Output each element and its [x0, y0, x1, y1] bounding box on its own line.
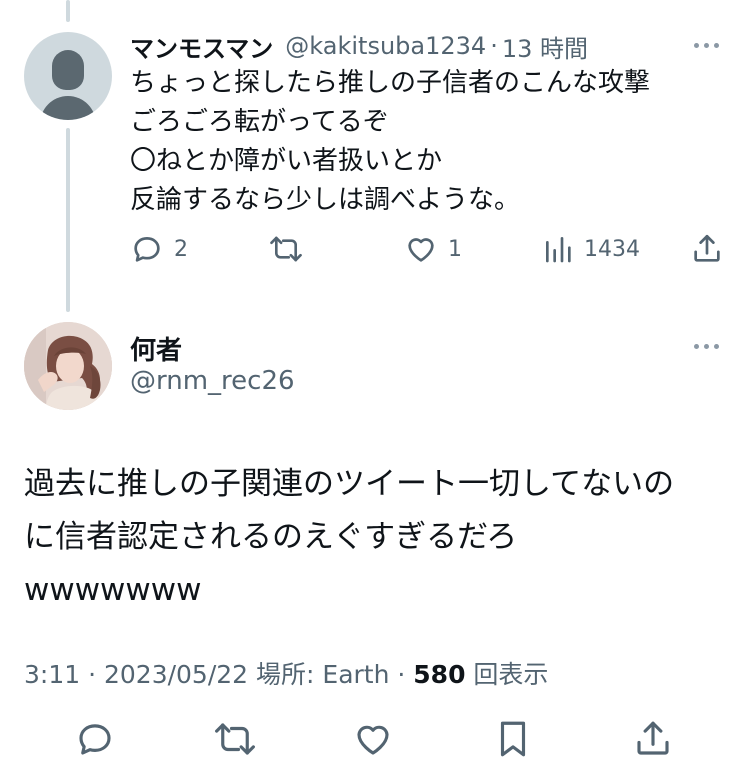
heart-icon	[408, 238, 434, 262]
views-count: 1434	[584, 236, 640, 262]
tweet-views-label: 回表示	[465, 660, 549, 689]
reply-text-line: ちょっと探したら推しの子信者のこんな攻撃	[130, 68, 651, 98]
reply-text-line: ごろごろ転がってるぞ	[130, 107, 389, 137]
tweet-date[interactable]: 2023/05/22	[104, 660, 248, 689]
reply-action-reply[interactable]: 2	[130, 232, 188, 266]
reply-bubble-icon	[79, 724, 111, 755]
main-author-name[interactable]: 何者	[130, 330, 182, 367]
heart-icon	[357, 725, 389, 755]
like-count: 1	[448, 236, 462, 262]
main-action-share[interactable]	[632, 718, 674, 764]
main-tweet-actions	[0, 718, 750, 764]
share-upload-icon	[694, 234, 720, 262]
main-author-handle[interactable]: @rnm_rec26	[130, 366, 295, 396]
main-action-bookmark[interactable]	[492, 718, 534, 764]
main-text-line: wwwwwww	[24, 572, 202, 608]
thread-connector-line	[66, 128, 70, 312]
share-upload-icon	[637, 721, 669, 755]
reply-actions: 2 1 1434	[130, 232, 726, 272]
main-text-line: 過去に推しの子関連のツイート一切してないの	[24, 466, 675, 502]
thread-line-top	[66, 0, 70, 22]
avatar-head-shape	[52, 50, 84, 90]
reply-timestamp[interactable]: 13 時間	[502, 29, 588, 64]
reply-text-line: 〇ねとか障がい者扱いとか	[130, 146, 443, 176]
tweet-views-count[interactable]: 580	[413, 660, 465, 689]
reply-count: 2	[174, 236, 188, 262]
avatar-photo[interactable]	[24, 322, 112, 410]
views-bar-chart-icon	[546, 237, 571, 263]
main-tweet-text: 過去に推しの子関連のツイート一切してないの に信者認定されるのえぐすぎるだろ w…	[24, 458, 724, 617]
more-dots-icon[interactable]	[694, 43, 719, 48]
reply-action-retweet[interactable]	[268, 232, 304, 266]
main-action-retweet[interactable]	[212, 718, 258, 764]
tweet-time[interactable]: 3:11	[24, 660, 80, 689]
reply-action-share[interactable]	[690, 232, 724, 266]
reply-text: ちょっと探したら推しの子信者のこんな攻撃 ごろごろ転がってるぞ 〇ねとか障がい者…	[130, 64, 720, 220]
retweet-icon	[215, 723, 255, 755]
reply-header-separator: ·	[490, 32, 498, 60]
reply-bubble-icon	[134, 237, 160, 262]
avatar-body-shape	[40, 96, 96, 120]
main-text-line: に信者認定されるのえぐすぎるだろ	[24, 519, 518, 555]
more-dots-icon[interactable]	[694, 344, 719, 349]
meta-separator: ·	[389, 660, 414, 689]
reply-action-views[interactable]: 1434	[542, 232, 640, 266]
reply-header: マンモスマン @kakitsuba1234 · 13 時間	[130, 28, 726, 64]
bookmark-icon	[500, 721, 526, 757]
main-action-reply[interactable]	[74, 718, 116, 764]
avatar-default[interactable]	[24, 32, 112, 120]
meta-separator: ·	[80, 660, 104, 689]
tweet-thread-page: マンモスマン @kakitsuba1234 · 13 時間 ちょっと探したら推し…	[0, 0, 750, 784]
main-action-like[interactable]	[352, 718, 394, 764]
reply-text-line: 反論するなら少しは調べような。	[130, 185, 521, 215]
avatar-portrait-image	[24, 322, 112, 410]
reply-author-name[interactable]: マンモスマン	[130, 29, 273, 64]
tweet-metadata: 3:11 · 2023/05/22 場所: Earth · 580 回表示	[24, 655, 548, 691]
retweet-icon	[270, 236, 302, 262]
tweet-location: 場所: Earth	[248, 660, 390, 689]
reply-author-handle[interactable]: @kakitsuba1234	[285, 32, 486, 60]
reply-action-like[interactable]: 1	[404, 232, 462, 266]
